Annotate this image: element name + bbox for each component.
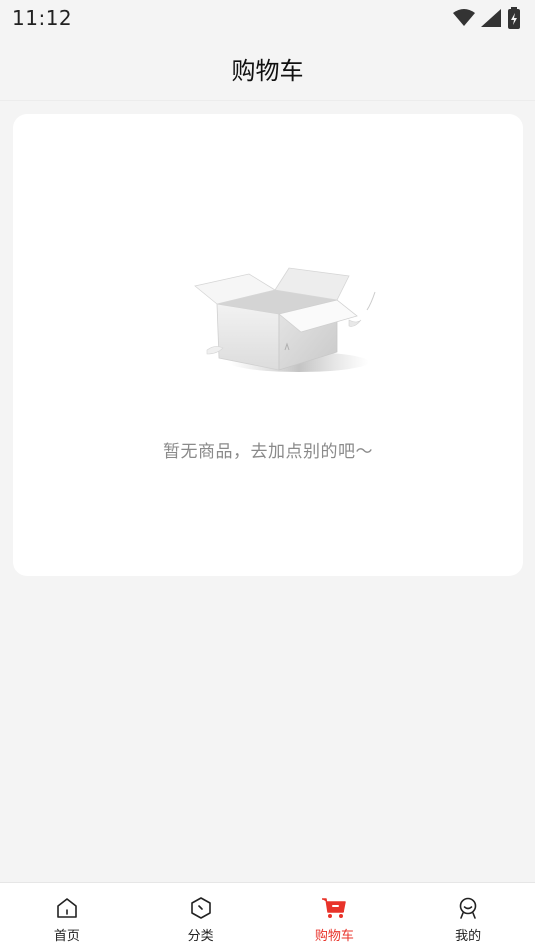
profile-icon — [455, 895, 481, 921]
wifi-icon — [453, 9, 475, 26]
signal-icon — [481, 9, 501, 27]
tab-category[interactable]: 分类 — [134, 883, 268, 951]
tab-label: 首页 — [53, 929, 80, 944]
header: 购物车 — [0, 36, 535, 100]
tab-label: 购物车 — [314, 929, 354, 944]
tab-home[interactable]: 首页 — [0, 883, 134, 951]
home-icon — [54, 895, 80, 921]
cart-empty-card: 暂无商品，去加点别的吧～ — [13, 114, 523, 576]
tab-cart[interactable]: 购物车 — [268, 883, 402, 951]
tab-label: 我的 — [455, 929, 482, 944]
status-icons — [453, 7, 521, 29]
empty-box-illustration — [194, 267, 376, 372]
battery-icon — [508, 7, 520, 29]
page-title: 购物车 — [231, 56, 304, 85]
category-icon — [188, 895, 214, 921]
empty-cart-message: 暂无商品，去加点别的吧～ — [163, 442, 373, 462]
cart-icon — [321, 895, 347, 921]
status-time: 11:12 — [12, 6, 73, 30]
tab-label: 分类 — [187, 929, 214, 944]
status-bar: 11:12 — [0, 0, 535, 36]
bottom-tab-bar: 首页 分类 购物车 我的 — [0, 882, 535, 951]
header-divider — [0, 100, 535, 101]
tab-profile[interactable]: 我的 — [401, 883, 535, 951]
